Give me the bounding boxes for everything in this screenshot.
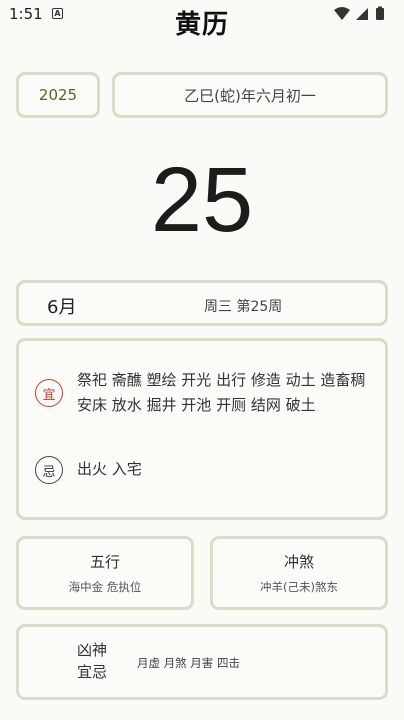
yi-items: 祭祀 斋醮 塑绘 开光 出行 修造 动土 造畜稠 安床 放水 掘井 开池 开厕 … xyxy=(77,371,366,414)
wuxing-card[interactable]: 五行 海中金 危执位 xyxy=(16,536,194,610)
xiongshen-value: 月虚 月煞 月害 四击 xyxy=(137,656,240,670)
chongsha-title: 冲煞 xyxy=(283,553,314,571)
yi-badge-icon: 宜 xyxy=(35,379,63,407)
xiongshen-title-line2: 宜忌 xyxy=(77,663,108,681)
chongsha-card[interactable]: 冲煞 冲羊(己未)煞东 xyxy=(210,536,388,610)
month-row[interactable]: 6月 周三 第25周 xyxy=(16,280,388,326)
year-label: 2025 xyxy=(38,86,78,104)
lunar-date-box[interactable]: 乙巳(蛇)年六月初一 xyxy=(112,72,388,118)
wuxing-title: 五行 xyxy=(89,553,120,571)
yi-ji-panel: 宜 祭祀 斋醮 塑绘 开光 出行 修造 动土 造畜稠 安床 放水 掘井 开池 开… xyxy=(16,338,388,520)
week-info: 周三 第25周 xyxy=(204,299,283,315)
month-label: 6月 xyxy=(47,297,77,318)
day-number: 25 xyxy=(150,149,254,251)
wuxing-value: 海中金 危执位 xyxy=(68,580,142,594)
ji-items: 出火 入宅 xyxy=(77,460,142,478)
ji-badge-icon: 忌 xyxy=(35,456,63,484)
app-title: 黄历 xyxy=(174,10,229,40)
xiongshen-title: 凶神 宜忌 xyxy=(77,639,107,683)
year-selector[interactable]: 2025 xyxy=(16,72,100,118)
xiongshen-title-line1: 凶神 xyxy=(77,641,108,659)
chongsha-value: 冲羊(己未)煞东 xyxy=(260,580,338,594)
lunar-date-label: 乙巳(蛇)年六月初一 xyxy=(184,86,316,105)
xiongshen-card[interactable]: 凶神 宜忌 月虚 月煞 月害 四击 xyxy=(16,624,388,700)
